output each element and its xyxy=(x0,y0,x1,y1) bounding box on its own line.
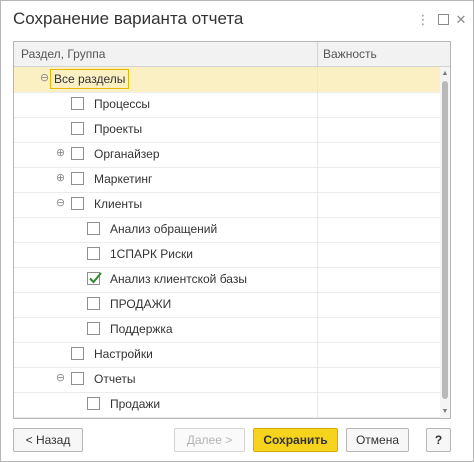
tree-row[interactable]: ⊕ Маркетинг xyxy=(14,167,440,193)
tree-row[interactable]: Анализ клиентской базы xyxy=(14,267,440,293)
vertical-scrollbar[interactable]: ▲ ▼ xyxy=(440,67,450,418)
next-button[interactable]: Далее > xyxy=(174,428,245,452)
tree-row-label: Отчеты xyxy=(94,372,136,386)
tree-row-label: Продажи xyxy=(110,397,161,411)
title-bar: Сохранение варианта отчета ⋮ ✕ xyxy=(1,1,473,39)
tree-row[interactable]: Продажи xyxy=(14,392,440,418)
tree-row-label: Проекты xyxy=(94,122,143,136)
tree-row[interactable]: ПРОДАЖИ xyxy=(14,292,440,318)
grid-header: Раздел, Группа Важность xyxy=(14,42,450,67)
checkbox[interactable] xyxy=(71,347,84,360)
tree-row-label: Процессы xyxy=(94,97,151,111)
tree-row[interactable]: ⊖ Отчеты xyxy=(14,367,440,393)
dialog-title: Сохранение варианта отчета xyxy=(13,9,244,28)
tree-row-label: ПРОДАЖИ xyxy=(110,297,172,311)
importance-cell[interactable] xyxy=(318,192,440,217)
importance-cell[interactable] xyxy=(318,292,440,317)
checkbox[interactable] xyxy=(87,297,100,310)
help-button[interactable]: ? xyxy=(426,428,451,452)
checkbox[interactable] xyxy=(87,247,100,260)
tree-row[interactable]: Настройки xyxy=(14,342,440,368)
scroll-down-icon[interactable]: ▼ xyxy=(440,407,450,416)
scroll-thumb[interactable] xyxy=(442,81,448,399)
importance-cell[interactable] xyxy=(318,242,440,267)
importance-cell[interactable] xyxy=(318,342,440,367)
importance-cell[interactable] xyxy=(318,392,440,417)
back-button[interactable]: < Назад xyxy=(13,428,83,452)
save-report-variant-dialog: Сохранение варианта отчета ⋮ ✕ Раздел, Г… xyxy=(0,0,474,462)
tree-row-label: Все разделы xyxy=(50,69,130,89)
tree-row[interactable]: Анализ обращений xyxy=(14,217,440,243)
tree-row-label: Клиенты xyxy=(94,197,143,211)
checkbox-checked[interactable] xyxy=(87,272,102,285)
scroll-up-icon[interactable]: ▲ xyxy=(440,69,450,78)
tree-row-label: Органайзер xyxy=(94,147,160,161)
tree-row-label: Анализ клиентской базы xyxy=(110,272,247,286)
column-header-importance[interactable]: Важность xyxy=(323,47,377,61)
tree-row-label: Маркетинг xyxy=(94,172,153,186)
tree-row-label: Поддержка xyxy=(110,322,173,336)
importance-cell[interactable] xyxy=(318,117,440,142)
collapse-icon[interactable]: ⊖ xyxy=(39,73,50,84)
tree-row-label: Анализ обращений xyxy=(110,222,218,236)
tree-row[interactable]: Поддержка xyxy=(14,317,440,343)
checkbox[interactable] xyxy=(71,97,84,110)
tree-row[interactable]: Проекты xyxy=(14,117,440,143)
checkbox[interactable] xyxy=(71,147,84,160)
expand-icon[interactable]: ⊕ xyxy=(55,173,66,184)
importance-cell[interactable] xyxy=(318,167,440,192)
expand-icon[interactable]: ⊕ xyxy=(55,148,66,159)
sections-tree-grid: Раздел, Группа Важность ⊖ Все разделы Проц… xyxy=(13,41,451,419)
checkbox[interactable] xyxy=(71,197,84,210)
collapse-icon[interactable]: ⊖ xyxy=(55,373,66,384)
header-divider xyxy=(317,42,318,66)
cancel-button[interactable]: Отмена xyxy=(346,428,409,452)
save-button[interactable]: Сохранить xyxy=(253,428,338,452)
more-vertical-icon[interactable]: ⋮ xyxy=(415,11,431,29)
tree-row[interactable]: 1СПАРК Риски xyxy=(14,242,440,268)
checkbox[interactable] xyxy=(71,122,84,135)
importance-cell[interactable] xyxy=(318,217,440,242)
importance-cell[interactable] xyxy=(318,92,440,117)
tree-row[interactable]: ⊕ Органайзер xyxy=(14,142,440,168)
checkbox[interactable] xyxy=(87,322,100,335)
tree-row[interactable]: Процессы xyxy=(14,92,440,118)
tree-row[interactable]: ⊖ Все разделы xyxy=(14,67,440,93)
tree-row-label: 1СПАРК Риски xyxy=(110,247,193,261)
importance-cell[interactable] xyxy=(318,67,440,92)
importance-cell[interactable] xyxy=(318,142,440,167)
close-icon[interactable]: ✕ xyxy=(453,11,469,29)
maximize-icon[interactable] xyxy=(435,11,451,29)
checkbox[interactable] xyxy=(71,372,84,385)
tree-row[interactable]: ⊖ Клиенты xyxy=(14,192,440,218)
importance-cell[interactable] xyxy=(318,317,440,342)
collapse-icon[interactable]: ⊖ xyxy=(55,198,66,209)
checkmark-icon xyxy=(89,272,102,284)
checkbox[interactable] xyxy=(87,222,100,235)
tree-row-label: Настройки xyxy=(94,347,153,361)
checkbox[interactable] xyxy=(87,397,100,410)
column-header-section[interactable]: Раздел, Группа xyxy=(21,47,105,61)
importance-cell[interactable] xyxy=(318,367,440,392)
importance-cell[interactable] xyxy=(318,267,440,292)
checkbox[interactable] xyxy=(71,172,84,185)
